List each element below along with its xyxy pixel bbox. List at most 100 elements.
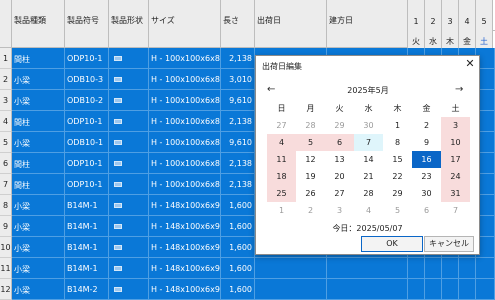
cell-product-type[interactable]: 小梁 xyxy=(12,90,65,111)
cell-day[interactable] xyxy=(476,258,495,279)
calendar-day[interactable]: 3 xyxy=(441,117,470,134)
calendar-day[interactable]: 1 xyxy=(383,117,412,134)
cell-build-date[interactable] xyxy=(327,258,408,279)
cell-product-code[interactable]: ODB10-2 xyxy=(65,90,109,111)
cell-product-shape[interactable] xyxy=(109,48,149,69)
cell-product-shape[interactable] xyxy=(109,90,149,111)
cell-product-code[interactable]: B14M-1 xyxy=(65,258,109,279)
cell-day[interactable] xyxy=(425,279,442,300)
calendar-day[interactable]: 9 xyxy=(412,134,441,151)
cell-product-code[interactable]: B14M-2 xyxy=(65,279,109,300)
cell-product-code[interactable]: ODB10-1 xyxy=(65,132,109,153)
ok-button[interactable]: OK xyxy=(361,236,423,252)
col-header-product-code[interactable]: 製品符号 xyxy=(65,0,109,48)
calendar-day[interactable]: 6 xyxy=(412,202,441,219)
calendar-day[interactable]: 26 xyxy=(296,185,325,202)
calendar-day[interactable]: 30 xyxy=(412,185,441,202)
cell-length[interactable]: 1,600 xyxy=(221,216,255,237)
cell-product-code[interactable]: B14M-1 xyxy=(65,195,109,216)
calendar-day-selected[interactable]: 16 xyxy=(412,151,441,168)
cell-day[interactable] xyxy=(442,279,459,300)
calendar-day[interactable]: 5 xyxy=(296,134,325,151)
row-number[interactable]: 5 xyxy=(0,132,12,153)
next-month-arrow-icon[interactable]: → xyxy=(455,84,463,95)
col-header-size[interactable]: サイズ xyxy=(149,0,221,48)
row-number[interactable]: 6 xyxy=(0,153,12,174)
cell-size[interactable]: H - 100x100x6x8 xyxy=(149,132,221,153)
cell-product-shape[interactable] xyxy=(109,174,149,195)
cell-length[interactable]: 2,138 xyxy=(221,111,255,132)
calendar-day[interactable]: 8 xyxy=(383,134,412,151)
calendar-day[interactable]: 28 xyxy=(296,117,325,134)
calendar-day[interactable]: 4 xyxy=(267,134,296,151)
calendar-day[interactable]: 30 xyxy=(354,117,383,134)
col-header-product-type[interactable]: 製品種類 xyxy=(12,0,65,48)
cell-product-shape[interactable] xyxy=(109,153,149,174)
calendar-day[interactable]: 2 xyxy=(296,202,325,219)
calendar-day[interactable]: 11 xyxy=(267,151,296,168)
calendar-day[interactable]: 29 xyxy=(383,185,412,202)
calendar-day[interactable]: 6 xyxy=(325,134,354,151)
cell-size[interactable]: H - 148x100x6x9 xyxy=(149,216,221,237)
cell-size[interactable]: H - 148x100x6x9 xyxy=(149,237,221,258)
calendar-day[interactable]: 15 xyxy=(383,151,412,168)
calendar-day[interactable]: 27 xyxy=(325,185,354,202)
cell-product-type[interactable]: 小梁 xyxy=(12,216,65,237)
row-number[interactable]: 12 xyxy=(0,279,12,300)
cell-product-code[interactable]: B14M-1 xyxy=(65,216,109,237)
calendar-day[interactable]: 17 xyxy=(441,151,470,168)
cell-product-shape[interactable] xyxy=(109,258,149,279)
cell-length[interactable]: 9,610 xyxy=(221,90,255,111)
calendar-day[interactable]: 3 xyxy=(325,202,354,219)
cell-product-type[interactable]: 小梁 xyxy=(12,195,65,216)
cell-day[interactable] xyxy=(476,279,495,300)
cell-size[interactable]: H - 100x100x6x8 xyxy=(149,174,221,195)
row-number[interactable]: 3 xyxy=(0,90,12,111)
cell-product-shape[interactable] xyxy=(109,111,149,132)
cell-product-code[interactable]: B14M-1 xyxy=(65,237,109,258)
cell-day[interactable] xyxy=(442,258,459,279)
calendar-day[interactable]: 19 xyxy=(296,168,325,185)
row-number[interactable]: 8 xyxy=(0,195,12,216)
cell-length[interactable]: 1,600 xyxy=(221,237,255,258)
calendar-day[interactable]: 29 xyxy=(325,117,354,134)
close-icon[interactable]: ✕ xyxy=(463,57,477,71)
cell-product-code[interactable]: ODP10-1 xyxy=(65,48,109,69)
cell-product-type[interactable]: 間柱 xyxy=(12,111,65,132)
col-header-length[interactable]: 長さ xyxy=(221,0,255,48)
cell-length[interactable]: 2,138 xyxy=(221,153,255,174)
cell-product-code[interactable]: ODP10-1 xyxy=(65,111,109,132)
cell-size[interactable]: H - 100x100x6x8 xyxy=(149,48,221,69)
cell-product-type[interactable]: 間柱 xyxy=(12,153,65,174)
cell-length[interactable]: 2,138 xyxy=(221,174,255,195)
cell-ship-date[interactable] xyxy=(255,279,327,300)
cell-day[interactable] xyxy=(459,279,476,300)
calendar-day[interactable]: 7 xyxy=(354,134,383,151)
cell-product-shape[interactable] xyxy=(109,195,149,216)
calendar-day[interactable]: 13 xyxy=(325,151,354,168)
cell-day[interactable] xyxy=(425,258,442,279)
calendar-day[interactable]: 21 xyxy=(354,168,383,185)
cell-length[interactable]: 9,610 xyxy=(221,132,255,153)
cell-day[interactable] xyxy=(459,258,476,279)
cell-length[interactable]: 1,600 xyxy=(221,279,255,300)
cell-size[interactable]: H - 100x100x6x8 xyxy=(149,153,221,174)
cell-product-shape[interactable] xyxy=(109,216,149,237)
calendar-day[interactable]: 7 xyxy=(441,202,470,219)
cell-product-type[interactable]: 小梁 xyxy=(12,69,65,90)
col-header-ship-date[interactable]: 出荷日 xyxy=(255,0,327,48)
cell-size[interactable]: H - 100x100x6x8 xyxy=(149,69,221,90)
cell-length[interactable]: 2,138 xyxy=(221,48,255,69)
calendar-day[interactable]: 27 xyxy=(267,117,296,134)
calendar-day[interactable]: 31 xyxy=(441,185,470,202)
cell-product-shape[interactable] xyxy=(109,237,149,258)
row-number[interactable]: 1 xyxy=(0,48,12,69)
cell-size[interactable]: H - 148x100x6x9 xyxy=(149,195,221,216)
calendar-day[interactable]: 25 xyxy=(267,185,296,202)
cell-product-shape[interactable] xyxy=(109,279,149,300)
cell-size[interactable]: H - 148x100x6x9 xyxy=(149,258,221,279)
calendar-day[interactable]: 14 xyxy=(354,151,383,168)
cell-product-shape[interactable] xyxy=(109,132,149,153)
cell-product-type[interactable]: 小梁 xyxy=(12,237,65,258)
cell-length[interactable]: 3,010 xyxy=(221,69,255,90)
